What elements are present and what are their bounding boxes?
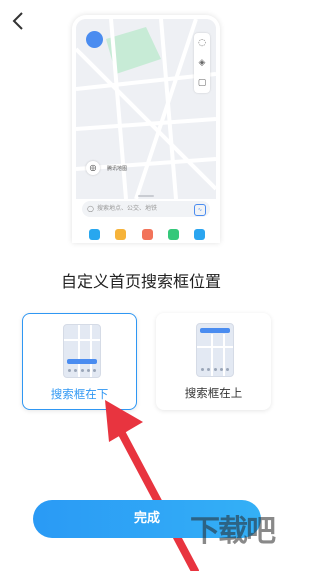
map-tools: ◌ ◈ ▢ — [194, 33, 210, 93]
sheet-handle — [138, 195, 154, 197]
map-preview: ◌ ◈ ▢ ◎ 腾讯地图 — [76, 19, 216, 199]
layout-thumbnail — [63, 324, 101, 378]
map-brand: 腾讯地图 — [107, 166, 128, 172]
preview-search-box: ○ 搜索地点、公交、地铁 ∿ — [82, 201, 210, 217]
shortcut-icon — [167, 229, 179, 240]
option-search-bottom[interactable]: 搜索框在下 — [22, 313, 137, 410]
layout-thumbnail — [196, 323, 234, 377]
watermark: 下载吧 — [190, 514, 276, 549]
page-title: 自定义首页搜索框位置 — [60, 272, 221, 291]
avatar[interactable] — [86, 31, 103, 48]
shortcut-icon — [141, 229, 153, 240]
search-icon: ○ — [87, 204, 94, 213]
shortcut-row — [89, 229, 205, 240]
message-icon: ◌ — [198, 38, 206, 48]
chevron-left-icon — [12, 12, 23, 30]
shortcut-icon — [89, 229, 100, 240]
shortcut-icon — [194, 229, 205, 240]
layers-icon: ◈ — [198, 58, 206, 68]
pointer-arrow-icon — [105, 400, 199, 571]
back-button[interactable] — [9, 10, 29, 32]
voice-icon: ∿ — [194, 204, 206, 216]
preview-search-placeholder: 搜索地点、公交、地铁 — [97, 205, 158, 212]
shortcut-icon — [115, 229, 127, 240]
feedback-icon: ▢ — [197, 78, 207, 88]
locate-icon: ◎ — [86, 161, 100, 175]
option-search-top[interactable]: 搜索框在上 — [156, 313, 271, 410]
home-preview: ◌ ◈ ▢ ◎ 腾讯地图 ○ 搜索地点、公交、地铁 ∿ — [72, 15, 220, 243]
